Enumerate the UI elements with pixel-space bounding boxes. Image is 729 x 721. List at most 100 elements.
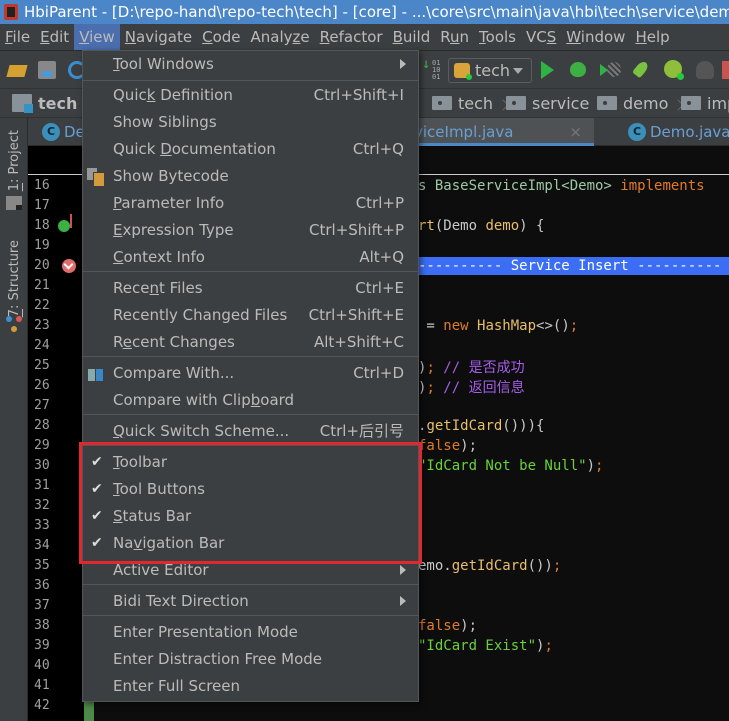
line-number: 34 [34, 538, 50, 553]
line-number: 27 [34, 398, 50, 413]
profile-icon[interactable] [696, 61, 714, 79]
menu-run[interactable]: Run [435, 24, 474, 50]
view-menu-dropdown: Tool Windows Quick Definition Ctrl+Shift+I… [82, 50, 419, 702]
tab-demo-java[interactable]: C Demo.java [620, 118, 729, 146]
menu-item-shortcut: Alt+Shift+C [313, 333, 404, 351]
menu-edit[interactable]: Edit [35, 24, 74, 50]
menu-item-shortcut: Alt+Q [359, 248, 404, 266]
vcs-change-marker [84, 700, 94, 721]
menu-item-parameter-info[interactable]: Parameter Info Ctrl+P [83, 190, 418, 217]
menu-item-shortcut: Ctrl+D [353, 364, 404, 382]
bits-icon[interactable]: ↓ 01 10 01 [422, 57, 444, 81]
code-line-28: .getIdCard())){ [418, 418, 545, 434]
tab-service-impl[interactable]: viceImpl.java × [404, 118, 594, 146]
menu-item-compare-with[interactable]: Compare With... Ctrl+D [83, 360, 418, 387]
folder-open-icon[interactable] [8, 61, 26, 79]
folder-icon [597, 95, 617, 110]
save-icon[interactable] [38, 61, 56, 79]
menu-analyze[interactable]: Analyze [246, 24, 315, 50]
structure-icon [6, 316, 22, 332]
menu-item-context-info[interactable]: Context Info Alt+Q [83, 244, 418, 271]
menu-separator [83, 445, 418, 446]
menu-refactor[interactable]: Refactor [315, 24, 388, 50]
menu-item-shortcut: Ctrl+Q [352, 140, 404, 158]
compare-icon [87, 365, 105, 382]
menu-window[interactable]: Window [561, 24, 630, 50]
project-icon [6, 196, 22, 210]
stop-icon[interactable] [722, 61, 729, 79]
breakpoint-icon[interactable] [62, 259, 76, 273]
menu-item-recently-changed-files[interactable]: Recently Changed Files Ctrl+Shift+E [83, 302, 418, 329]
menu-item-navigation-bar[interactable]: ✔ Navigation Bar [83, 530, 418, 557]
run-icon[interactable] [541, 61, 554, 79]
menu-tools[interactable]: Tools [474, 24, 521, 50]
menu-item-bidi-text-direction[interactable]: Bidi Text Direction [83, 588, 418, 615]
run-config-select[interactable]: tech [448, 58, 532, 83]
tomcat-icon [454, 63, 472, 80]
menu-item-shortcut: Ctrl+P [355, 194, 404, 212]
jrebel-debug-icon[interactable] [664, 60, 684, 80]
menu-vcs[interactable]: VCS [521, 24, 561, 50]
chevron-down-icon [513, 68, 523, 74]
menu-item-status-bar[interactable]: ✔ Status Bar [83, 503, 418, 530]
line-number: 24 [34, 338, 50, 353]
menu-separator [83, 414, 418, 415]
menu-item-toolbar[interactable]: ✔ Toolbar [83, 449, 418, 476]
line-number: 38 [34, 618, 50, 633]
jrebel-run-icon[interactable] [632, 59, 652, 79]
menu-item-label: Navigation Bar [113, 534, 225, 552]
breadcrumb-demo[interactable]: demo [597, 89, 685, 119]
menu-item-label: Tool Windows [113, 55, 214, 73]
line-number: 23 [34, 318, 50, 333]
menu-item-label: Enter Distraction Free Mode [113, 650, 323, 668]
line-number: 21 [34, 278, 50, 293]
menu-view[interactable]: View [74, 24, 120, 50]
menu-item-tool-buttons[interactable]: ✔ Tool Buttons [83, 476, 418, 503]
breadcrumb-impl[interactable]: impl [681, 89, 729, 119]
menu-help[interactable]: Help [630, 24, 674, 50]
menu-file[interactable]: File [0, 24, 35, 50]
line-number: 19 [34, 238, 50, 253]
menu-item-tool-windows[interactable]: Tool Windows [83, 51, 418, 78]
menu-item-expression-type[interactable]: Expression Type Ctrl+Shift+P [83, 217, 418, 244]
project-tool-tab[interactable]: 1: Project [7, 130, 22, 191]
menu-item-enter-distraction-free-mode[interactable]: Enter Distraction Free Mode [83, 646, 418, 673]
menu-code[interactable]: Code [197, 24, 245, 50]
menu-item-recent-changes[interactable]: Recent Changes Alt+Shift+C [83, 329, 418, 356]
menu-build[interactable]: Build [388, 24, 436, 50]
code-line-23: = new HashMap<>(); [418, 318, 579, 334]
menu-item-enter-full-screen[interactable]: Enter Full Screen [83, 673, 418, 700]
menu-navigate[interactable]: Navigate [120, 24, 197, 50]
menu-item-quick-documentation[interactable]: Quick Documentation Ctrl+Q [83, 136, 418, 163]
breadcrumb-tech[interactable]: tech [432, 89, 509, 119]
structure-tool-tab[interactable]: 7: Structure [7, 240, 22, 317]
line-number: 33 [34, 518, 50, 533]
close-icon[interactable]: × [569, 118, 582, 146]
menu-item-label: Tool Buttons [113, 480, 205, 498]
menu-item-recent-files[interactable]: Recent Files Ctrl+E [83, 275, 418, 302]
menu-item-quick-switch-scheme[interactable]: Quick Switch Scheme... Ctrl+后引号 [83, 418, 418, 445]
menu-item-label: Compare With... [113, 364, 235, 382]
breadcrumb-service[interactable]: service [506, 89, 605, 119]
coverage-icon[interactable] [600, 61, 621, 79]
line-number: 41 [34, 678, 50, 693]
menu-item-label: Context Info [113, 248, 205, 266]
tab-demo-left[interactable]: C De [34, 118, 85, 146]
menu-item-enter-presentation-mode[interactable]: Enter Presentation Mode [83, 619, 418, 646]
code-line-38: false); [418, 618, 478, 634]
menu-item-show-bytecode[interactable]: Show Bytecode [83, 163, 418, 190]
module-folder-icon [12, 93, 33, 113]
menu-item-show-siblings[interactable]: Show Siblings [83, 109, 418, 136]
submenu-arrow-icon [400, 59, 406, 69]
menu-item-active-editor[interactable]: Active Editor [83, 557, 418, 584]
breadcrumb-root[interactable]: tech [12, 89, 94, 119]
line-number: 30 [34, 458, 50, 473]
menu-item-shortcut: Ctrl+Shift+I [313, 86, 404, 104]
line-number: 17 [34, 198, 50, 213]
menu-separator [83, 615, 418, 616]
implements-gutter-icon[interactable] [58, 214, 72, 232]
menu-item-label: Status Bar [113, 507, 192, 525]
menu-item-quick-definition[interactable]: Quick Definition Ctrl+Shift+I [83, 82, 418, 109]
debug-icon[interactable] [570, 62, 586, 77]
menu-item-compare-with-clipboard[interactable]: Compare with Clipboard [83, 387, 418, 414]
